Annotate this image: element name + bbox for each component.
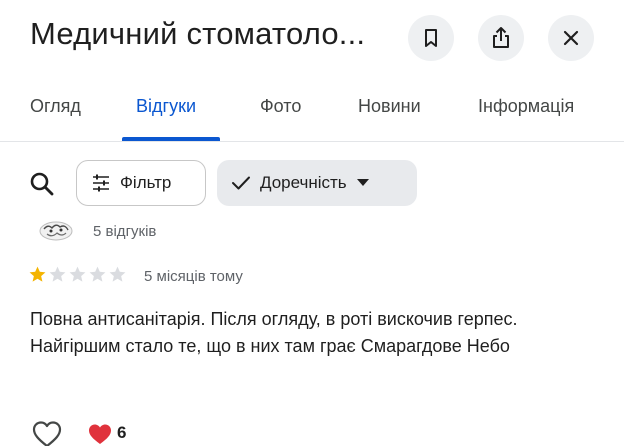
save-button[interactable] — [408, 15, 454, 61]
star-empty-icon — [69, 266, 86, 282]
review-toolbar: Фільтр Доречність — [0, 158, 624, 210]
dropdown-arrow-icon — [356, 179, 369, 187]
share-button[interactable] — [478, 15, 524, 61]
star-filled-icon — [29, 266, 46, 282]
star-empty-icon — [109, 266, 126, 282]
search-icon — [30, 172, 54, 196]
bookmark-icon — [425, 29, 437, 47]
filter-label: Фільтр — [120, 173, 172, 192]
filter-sliders-icon — [91, 174, 111, 192]
sort-dropdown[interactable]: Доречність — [217, 160, 417, 206]
reviewer-avatar[interactable] — [38, 220, 74, 242]
star-empty-icon — [89, 266, 106, 282]
reviewer-review-count: 5 відгуків — [93, 223, 157, 240]
close-icon — [563, 30, 579, 46]
sort-label: Доречність — [260, 173, 347, 192]
tab-info[interactable]: Інформація — [478, 96, 574, 117]
review-text: Повна антисанітарія. Після огляду, в рот… — [30, 309, 518, 356]
active-tab-indicator — [122, 137, 220, 141]
star-empty-icon — [49, 266, 66, 282]
filter-button[interactable]: Фільтр — [76, 160, 206, 206]
share-icon — [493, 27, 509, 48]
tab-bar: Огляд Відгуки Фото Новини Інформація — [0, 82, 624, 142]
tab-reviews[interactable]: Відгуки — [136, 96, 196, 117]
tab-overview[interactable]: Огляд — [30, 96, 81, 117]
close-button[interactable] — [548, 15, 594, 61]
review-reactions: 6 — [0, 418, 624, 446]
tab-news[interactable]: Новини — [358, 96, 421, 117]
place-title: Медичний стоматоло... — [30, 16, 366, 51]
tab-photos[interactable]: Фото — [260, 96, 301, 117]
search-reviews-button[interactable] — [26, 168, 58, 200]
check-icon — [231, 175, 251, 191]
star-rating — [28, 265, 127, 284]
reaction-count: 6 — [117, 423, 127, 442]
heart-outline-icon[interactable] — [32, 420, 62, 446]
review-date: 5 місяців тому — [144, 268, 243, 285]
red-heart-icon — [89, 424, 111, 444]
place-header: Медичний стоматоло... — [0, 0, 624, 80]
